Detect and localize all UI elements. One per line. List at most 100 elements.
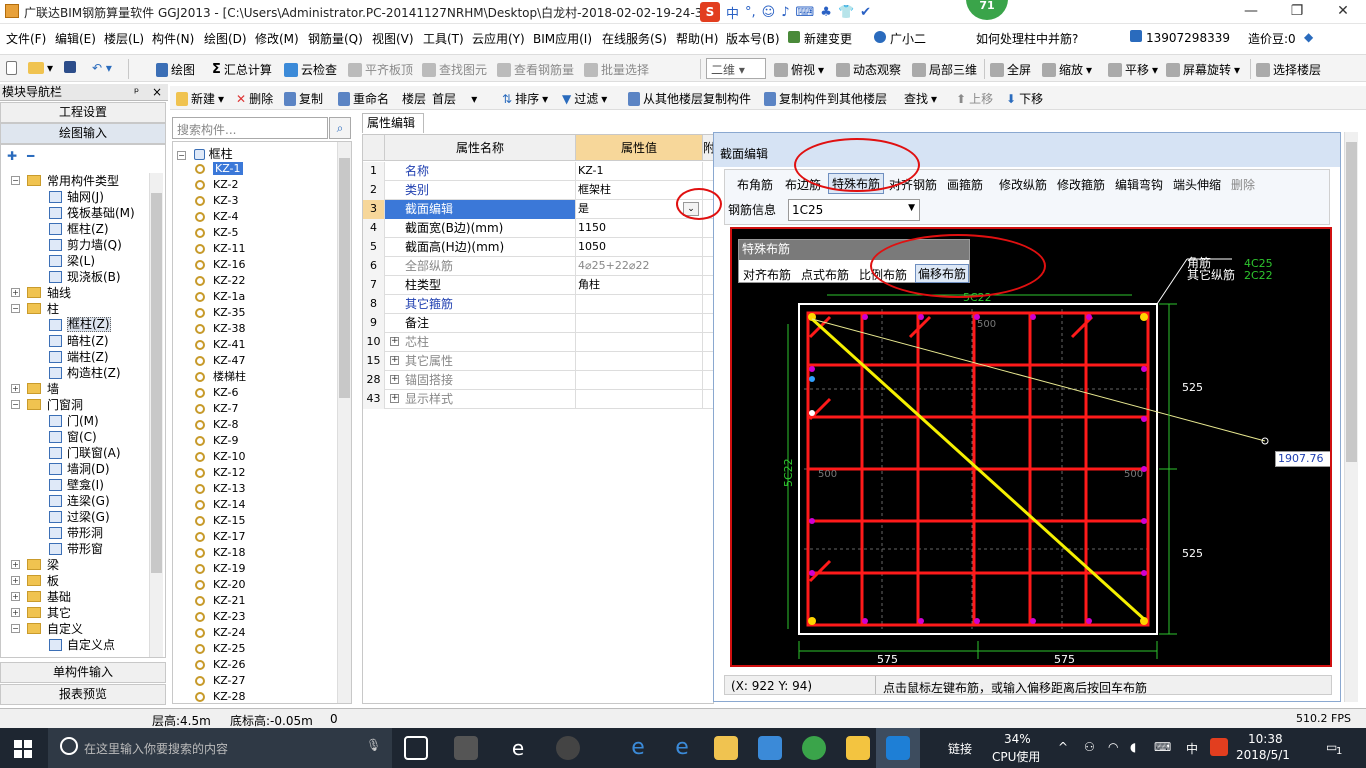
menu-cloud[interactable]: 云应用(Y) <box>472 30 525 47</box>
tab-property-edit[interactable]: 属性编辑 <box>362 113 424 133</box>
component-root[interactable]: − 框柱 <box>177 145 233 161</box>
rename-button[interactable]: 重命名 <box>338 90 389 107</box>
delete-component-button[interactable]: ✕ 删除 <box>236 90 273 107</box>
volume-icon[interactable]: ◖ <box>1130 740 1136 754</box>
property-value[interactable]: 1050 <box>576 238 703 257</box>
property-value[interactable] <box>576 352 703 371</box>
notification-badge[interactable]: 71 <box>966 0 1008 20</box>
menu-modify[interactable]: 修改(M) <box>255 30 299 47</box>
component-list-item[interactable]: KZ-28 <box>195 689 246 703</box>
move-up-button[interactable]: ⬆ 上移 <box>956 90 993 107</box>
menu-online[interactable]: 在线服务(S) <box>602 30 667 47</box>
ime-item[interactable]: °, <box>745 5 756 20</box>
component-list-item[interactable]: KZ-23 <box>195 609 246 625</box>
windows-start-icon[interactable] <box>14 740 32 758</box>
property-row[interactable]: 3 截面编辑是 ⌄ <box>363 200 713 219</box>
menu-bim[interactable]: BIM应用(I) <box>533 30 592 47</box>
tree-toggle-icon[interactable]: + <box>11 576 20 585</box>
component-list-item[interactable]: KZ-27 <box>195 673 246 689</box>
find-element-button[interactable]: 查找图元 <box>422 61 487 78</box>
component-list-item[interactable]: KZ-2 <box>195 177 239 193</box>
ime-toolbar[interactable]: S 中 °, ☺ ♪ ⌨ ♣ 👕 ✔ <box>700 2 872 22</box>
property-row[interactable]: 1 名称 KZ-1 <box>363 162 713 181</box>
menu-edit[interactable]: 编辑(E) <box>55 30 96 47</box>
tree-toggle-icon[interactable]: − <box>11 176 20 185</box>
offset-distance-input[interactable]: 1907.76 <box>1275 451 1330 467</box>
sogou-tray-icon[interactable] <box>1210 738 1228 756</box>
ime-item[interactable]: 👕 <box>838 5 854 20</box>
new-file-icon[interactable] <box>6 61 17 75</box>
component-list-item[interactable]: KZ-21 <box>195 593 246 609</box>
undo-icon[interactable]: ↶ ▾ <box>92 61 112 75</box>
property-row[interactable]: 10 芯柱 + <box>363 333 713 352</box>
copy-from-floor-button[interactable]: 从其他楼层复制构件 <box>628 90 751 107</box>
menu-view[interactable]: 视图(V) <box>372 30 414 47</box>
task-view-icon[interactable] <box>404 736 428 760</box>
search-icon[interactable]: ⌕ <box>329 117 351 139</box>
project-settings-button[interactable]: 工程设置 <box>0 102 166 123</box>
component-list-item[interactable]: KZ-9 <box>195 433 239 449</box>
clock-date[interactable]: 2018/5/1 <box>1236 748 1290 762</box>
component-list-item[interactable]: KZ-5 <box>195 225 239 241</box>
menu-file[interactable]: 文件(F) <box>6 30 46 47</box>
bell-icon[interactable]: ◆ <box>1304 30 1313 44</box>
menu-component[interactable]: 构件(N) <box>152 30 194 47</box>
minimize-button[interactable]: — <box>1228 0 1274 24</box>
collapse-all-icon[interactable]: ━ <box>27 149 34 163</box>
component-list-item[interactable]: KZ-7 <box>195 401 239 417</box>
keyboard-icon[interactable]: ⌨ <box>1154 740 1171 754</box>
cloud-check-button[interactable]: 云检查 <box>284 61 337 78</box>
component-list-item[interactable]: KZ-6 <box>195 385 239 401</box>
component-list-item[interactable]: KZ-8 <box>195 417 239 433</box>
pin-icon[interactable]: ᵖ <box>134 84 139 100</box>
close-button[interactable]: ✕ <box>1320 0 1366 24</box>
property-row[interactable]: 9 备注 <box>363 314 713 333</box>
sogou-icon[interactable]: S <box>700 2 720 22</box>
help-question-link[interactable]: 如何处理柱中并筋? <box>976 30 1078 47</box>
local-3d-button[interactable]: 局部三维 <box>912 61 977 78</box>
new-component-button[interactable]: 新建 ▾ <box>176 90 224 107</box>
draw-stirrup-button[interactable]: 画箍筋 <box>947 176 983 193</box>
component-list-item[interactable]: KZ-35 <box>195 305 246 321</box>
expand-icon[interactable]: + <box>390 375 399 384</box>
section-drawing[interactable]: 525 525 575 575 5C22 5C22 500 500 500 角筋… <box>732 229 1330 665</box>
report-preview-button[interactable]: 报表预览 <box>0 684 166 705</box>
zoom-button[interactable]: 缩放 ▾ <box>1042 61 1092 78</box>
component-list-item[interactable]: KZ-19 <box>195 561 246 577</box>
glodon-app-icon[interactable] <box>556 736 580 760</box>
fullscreen-button[interactable]: 全屏 <box>990 61 1031 78</box>
tree-toggle-icon[interactable]: + <box>11 608 20 617</box>
drawing-input-button[interactable]: 绘图输入 <box>0 123 166 144</box>
main-scrollbar[interactable] <box>1344 132 1358 702</box>
wifi-icon[interactable]: ◠ <box>1108 740 1118 754</box>
modify-long-rebar-button[interactable]: 修改纵筋 <box>999 176 1047 193</box>
component-list-item[interactable]: KZ-1 <box>195 161 243 177</box>
menu-version[interactable]: 版本号(B) <box>726 30 780 47</box>
edit-hook-button[interactable]: 编辑弯钩 <box>1115 176 1163 193</box>
batch-select-button[interactable]: 批量选择 <box>584 61 649 78</box>
align-layout-button[interactable]: 对齐布筋 <box>743 266 791 283</box>
price-beans[interactable]: 造价豆:0 <box>1248 30 1296 47</box>
fan-app-icon[interactable] <box>454 736 478 760</box>
property-row[interactable]: 8 其它箍筋 <box>363 295 713 314</box>
property-value[interactable] <box>576 371 703 390</box>
menu-tools[interactable]: 工具(T) <box>423 30 464 47</box>
ime-item[interactable]: ☺ <box>762 5 776 20</box>
tree-toggle-icon[interactable]: + <box>11 288 20 297</box>
expand-all-icon[interactable]: ✚ <box>7 149 17 163</box>
property-row[interactable]: 7 柱类型 角柱 <box>363 276 713 295</box>
sort-button[interactable]: ⇅ 排序 ▾ <box>502 90 548 107</box>
single-component-input-button[interactable]: 单构件输入 <box>0 662 166 683</box>
tree-toggle-icon[interactable]: + <box>11 592 20 601</box>
people-icon[interactable]: ⚇ <box>1084 740 1095 754</box>
save-icon[interactable] <box>64 61 76 73</box>
select-floor-button[interactable]: 选择楼层 <box>1256 61 1321 78</box>
property-value[interactable] <box>576 333 703 352</box>
property-value[interactable]: 1150 <box>576 219 703 238</box>
modify-stirrup-button[interactable]: 修改箍筋 <box>1057 176 1105 193</box>
menu-help[interactable]: 帮助(H) <box>676 30 718 47</box>
component-list-item[interactable]: KZ-15 <box>195 513 246 529</box>
expand-icon[interactable]: + <box>390 356 399 365</box>
property-row[interactable]: 4 截面宽(B边)(mm) 1150 <box>363 219 713 238</box>
delete-rebar-button[interactable]: 删除 <box>1231 176 1255 193</box>
